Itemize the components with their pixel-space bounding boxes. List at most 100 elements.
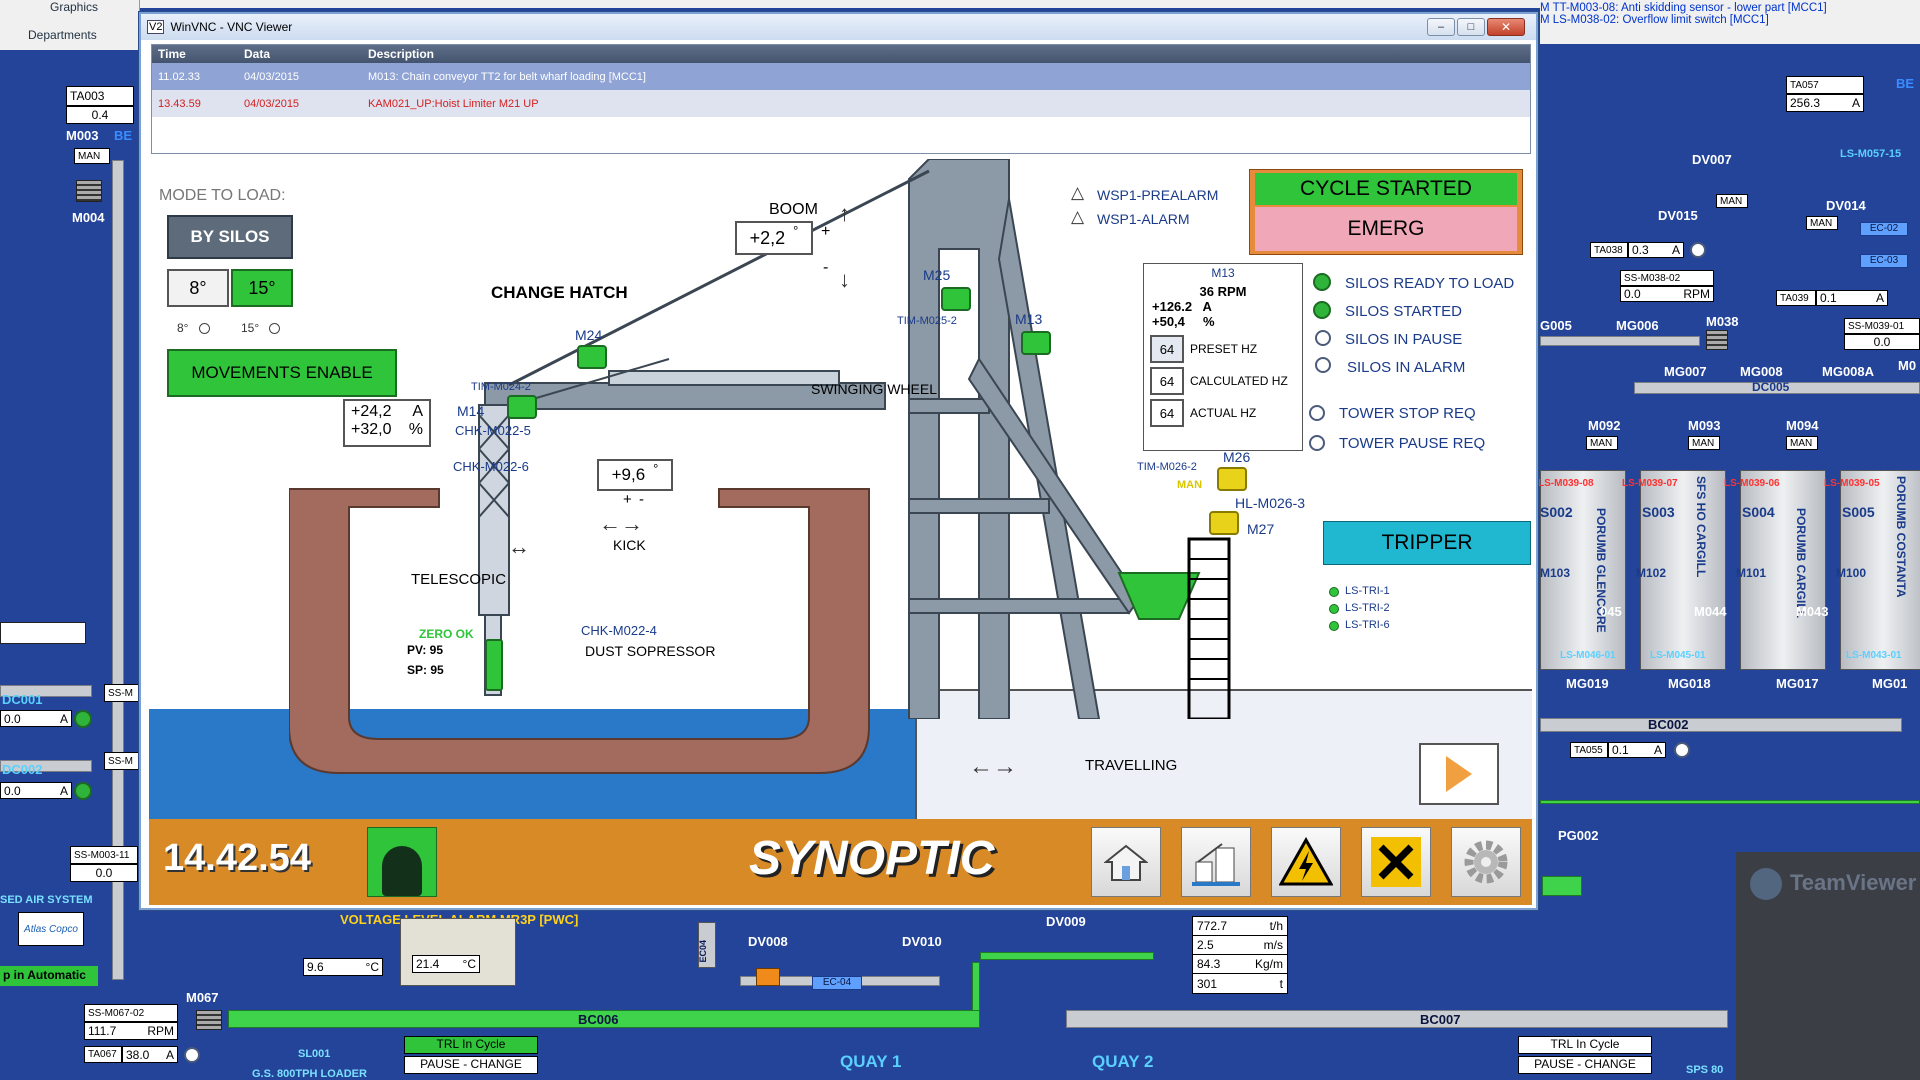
ss-m038-value: 0.0 RPM (1620, 286, 1714, 302)
m004-motor-icon[interactable] (76, 180, 102, 202)
telescopic-arrows-icon[interactable]: ↕ (507, 545, 533, 556)
nav-graphics[interactable]: Graphics (50, 0, 98, 14)
maximize-button[interactable]: □ (1457, 18, 1485, 36)
mg016-label: MG01 (1872, 676, 1908, 691)
minimize-button[interactable]: – (1427, 18, 1455, 36)
by-silos-button[interactable]: BY SILOS (167, 215, 293, 259)
radio-8[interactable] (199, 323, 210, 334)
kick-angle-box: +9,6 ° (597, 459, 673, 491)
kick-plus[interactable]: + (623, 491, 632, 508)
title-bar[interactable]: V2 WinVNC - VNC Viewer – □ ✕ (141, 14, 1536, 40)
maintenance-button[interactable] (1361, 827, 1431, 897)
ta057-label: TA057 (1786, 76, 1864, 94)
settings-button[interactable] (1451, 827, 1521, 897)
ec02-badge: EC-02 (1860, 222, 1908, 236)
silos-alarm-label: SILOS IN ALARM (1347, 359, 1466, 376)
m038-motor-icon[interactable] (1706, 330, 1728, 350)
close-button[interactable]: ✕ (1487, 18, 1525, 36)
boom-minus[interactable]: - (823, 259, 828, 277)
pause-change-button-2[interactable]: PAUSE - CHANGE (1518, 1056, 1652, 1074)
ls-tri-6-label: LS-TRI-6 (1345, 619, 1390, 631)
ss-m038-num: 0.0 (1624, 287, 1641, 301)
preset-hz-label: PRESET HZ (1190, 342, 1258, 356)
event-time: 11.02.33 (158, 70, 201, 83)
boom-plus[interactable]: + (821, 223, 830, 241)
event-desc: M013: Chain conveyor TT2 for belt wharf … (368, 70, 646, 83)
synoptic-canvas: MODE TO LOAD: BY SILOS 8° 15° 8° 15° MOV… (149, 159, 1532, 819)
radio-8-label: 8° (177, 321, 189, 335)
dv008-label: DV008 (748, 934, 788, 949)
boom-down-arrow-icon[interactable]: ↓ (839, 267, 850, 293)
man-m092: MAN (1586, 436, 1618, 450)
alarm-ticker[interactable]: M TT-M003-08: Anti skidding sensor - low… (1540, 0, 1920, 44)
preset-hz-value[interactable]: 64 (1150, 335, 1184, 363)
angle-8-button[interactable]: 8° (167, 269, 229, 307)
ss-m067-num: 111.7 (88, 1024, 117, 1038)
home-button[interactable] (1091, 827, 1161, 897)
m27-label: M27 (1247, 521, 1275, 537)
crane-structure (478, 159, 1231, 719)
high-voltage-warning-icon (1279, 837, 1333, 886)
tools-icon (1371, 837, 1421, 887)
col-description[interactable]: Description (368, 47, 434, 61)
col-time[interactable]: Time (158, 47, 244, 61)
cycle-started-status[interactable]: CYCLE STARTED (1255, 173, 1517, 205)
pg002-feeder[interactable] (1542, 876, 1582, 896)
kick-arrows-icon[interactable]: ←→ (599, 511, 643, 537)
m27-motor-icon[interactable] (1209, 511, 1239, 535)
travelling-arrows-icon[interactable]: ←→ (969, 753, 1017, 781)
boom-up-arrow-icon[interactable]: ↑ (839, 201, 850, 227)
silo-s004-id: S004 (1742, 504, 1775, 520)
dc002-status-lamp (74, 782, 92, 800)
angle-15-button[interactable]: 15° (231, 269, 293, 307)
event-log[interactable]: Time Data Description 11.02.33 04/03/201… (151, 44, 1531, 154)
ta067-value: 38.0 A (122, 1046, 178, 1063)
event-row[interactable]: 11.02.33 04/03/2015 M013: Chain conveyor… (152, 63, 1530, 90)
m14-pct: +32,0 (351, 421, 392, 438)
movements-enable-button[interactable]: MOVEMENTS ENABLE (167, 349, 397, 397)
rpm-unit: RPM (147, 1024, 174, 1038)
ta039-value: 0.1 A (1816, 290, 1888, 306)
m26-motor-icon[interactable] (1217, 467, 1247, 491)
pause-change-button[interactable]: PAUSE - CHANGE (404, 1056, 538, 1074)
event-time: 13.43.59 (158, 97, 201, 110)
kick-angle-unit: ° (653, 461, 659, 476)
m14-readout: +24,2 A +32,0% (343, 399, 431, 447)
tripper-button[interactable]: TRIPPER (1323, 521, 1531, 565)
ls-bottom-1: LS-M046-01 (1560, 650, 1616, 661)
m004-label: M004 (72, 210, 105, 225)
crane-icon (1192, 843, 1240, 886)
wsp-alarm-icon: △ (1071, 207, 1085, 226)
m13-motor-icon[interactable] (1021, 331, 1051, 355)
silo-s004-ls: LS-M039-06 (1724, 478, 1780, 489)
next-page-button[interactable] (1419, 743, 1499, 805)
ls-m057-label: LS-M057-15 (1840, 148, 1902, 160)
m14-label: M14 (457, 403, 485, 419)
m25-motor-icon[interactable] (941, 287, 971, 311)
dv008-diverter[interactable] (756, 968, 780, 986)
operator-icon[interactable] (367, 827, 437, 897)
emerg-status[interactable]: EMERG (1255, 207, 1517, 251)
operator-silhouette (382, 846, 422, 896)
pg002-green-line (1540, 800, 1920, 804)
teamviewer-panel[interactable]: TeamViewer (1736, 852, 1920, 1080)
plant-view-button[interactable] (1181, 827, 1251, 897)
m067-motor-icon[interactable] (196, 1010, 222, 1030)
flow-1-num: 772.7 (1197, 919, 1228, 933)
gs-loader-label: G.S. 800TPH LOADER (252, 1068, 367, 1080)
nav-departments[interactable]: Departments (28, 28, 97, 42)
flow-4-unit: t (1279, 976, 1283, 991)
event-row[interactable]: 13.43.59 04/03/2015 KAM021_UP:Hoist Limi… (152, 90, 1530, 117)
m003-label: M003 (66, 128, 99, 143)
vnc-window[interactable]: V2 WinVNC - VNC Viewer – □ ✕ Time Data D… (139, 12, 1538, 910)
silos-alarm-lamp (1315, 357, 1331, 373)
m14-motor-icon[interactable] (507, 395, 537, 419)
kick-minus[interactable]: - (639, 491, 644, 508)
ta038-unit: A (1671, 243, 1680, 257)
tim-m026-2-label: TIM-M026-2 (1137, 461, 1197, 473)
m24-motor-icon[interactable] (577, 345, 607, 369)
ta067-num: 38.0 (126, 1047, 150, 1062)
alarms-button[interactable] (1271, 827, 1341, 897)
col-date[interactable]: Data (244, 47, 368, 61)
radio-15[interactable] (269, 323, 280, 334)
